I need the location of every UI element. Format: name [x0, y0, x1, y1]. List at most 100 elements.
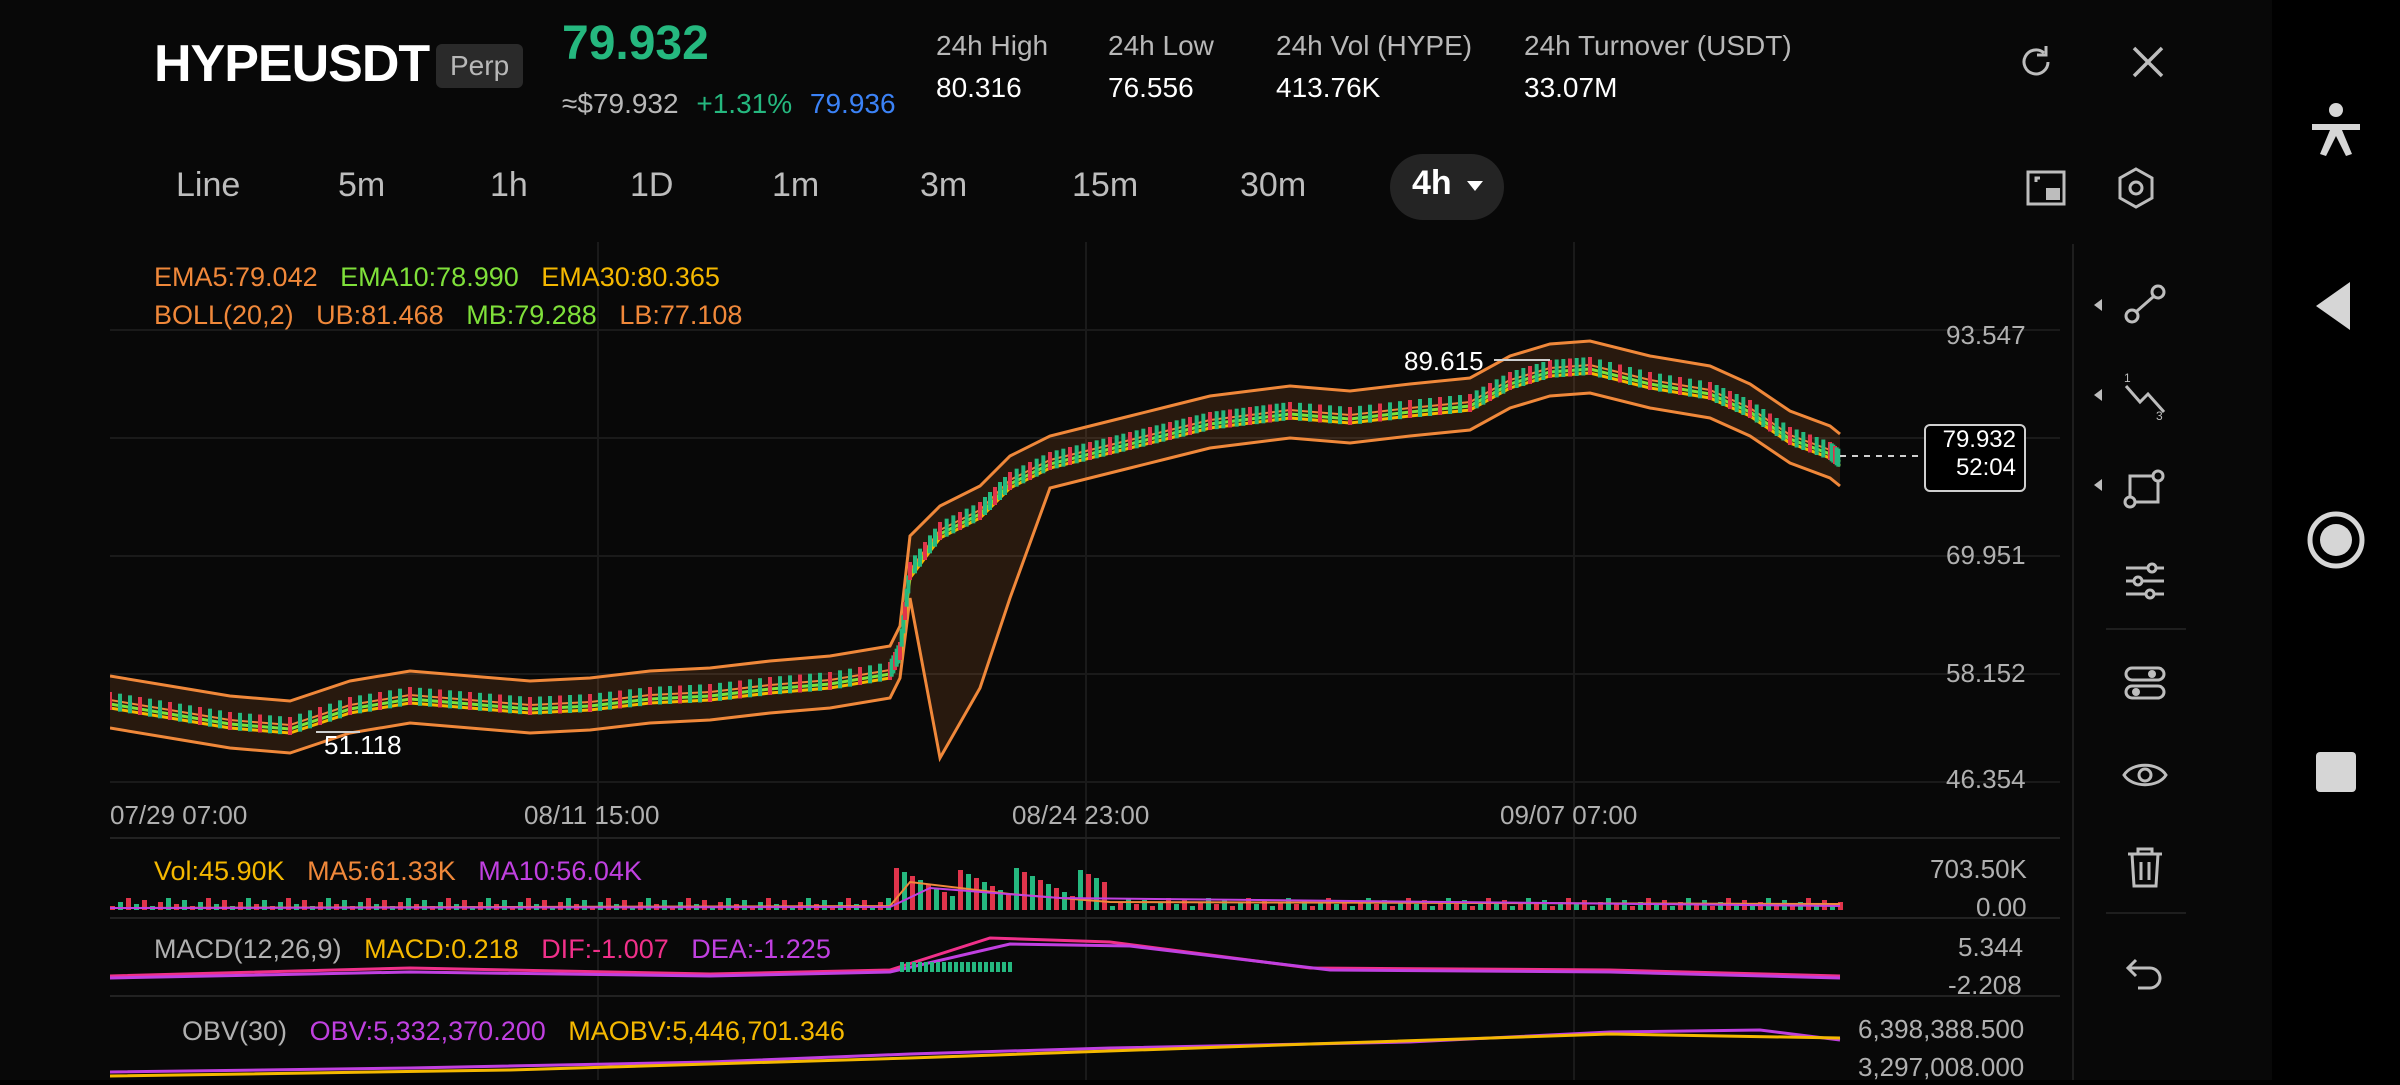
candle: [1521, 368, 1526, 386]
candle: [528, 697, 532, 715]
fib-icon[interactable]: 13: [2100, 366, 2190, 426]
candle: [928, 535, 932, 554]
visibility-eye-icon[interactable]: [2100, 744, 2190, 804]
price-axis-label: 58.152: [1946, 658, 2026, 688]
macd-bar: [978, 962, 982, 972]
candle: [1458, 395, 1462, 413]
candle: [1788, 427, 1792, 445]
vol-ma5-label: MA5:61.33K: [307, 856, 456, 886]
candle: [388, 690, 392, 709]
candle: [1061, 448, 1066, 467]
volume-bar: [1502, 900, 1507, 910]
volume-bar: [622, 900, 627, 910]
candle: [1568, 358, 1572, 377]
tab-line[interactable]: Line: [176, 166, 240, 205]
candle: [1748, 400, 1752, 418]
candle: [328, 703, 332, 722]
toolbar-divider: [2072, 244, 2074, 1080]
tab-15m[interactable]: 15m: [1072, 166, 1138, 205]
candle: [1234, 408, 1239, 427]
volume-bar: [1390, 906, 1395, 910]
tab-30m[interactable]: 30m: [1240, 166, 1306, 205]
candle: [808, 673, 812, 692]
shape-icon[interactable]: [2100, 458, 2190, 518]
volume-bar: [502, 900, 507, 910]
candle: [488, 693, 492, 712]
maobv-value-label: MAOBV:5,446,701.346: [568, 1016, 845, 1046]
candle: [188, 705, 192, 724]
candle: [548, 696, 552, 714]
candle: [408, 687, 412, 705]
volume-bar: [1446, 898, 1451, 910]
candle: [198, 707, 202, 725]
vol-axis-label: 703.50K: [1930, 854, 2027, 884]
obv-params-label: OBV(30): [182, 1016, 288, 1046]
tab-3m[interactable]: 3m: [920, 166, 967, 205]
candle: [1438, 397, 1442, 415]
macd-bar: [900, 962, 904, 972]
candle: [1288, 402, 1292, 420]
refresh-icon[interactable]: [2014, 40, 2058, 84]
candle: [958, 512, 962, 530]
tab-4h-label: 4h: [1412, 164, 1452, 202]
candle: [1201, 413, 1206, 432]
tab-1h[interactable]: 1h: [490, 166, 528, 205]
volume-bar: [1790, 906, 1795, 910]
candle: [218, 710, 222, 729]
volume-bar: [1534, 904, 1539, 910]
toolbar-separator: [2106, 628, 2186, 630]
volume-bar: [886, 898, 891, 910]
volume-bar: [742, 900, 747, 910]
settings-hexagon-icon[interactable]: [2112, 164, 2160, 212]
back-triangle-icon[interactable]: [2304, 274, 2368, 338]
volume-bar: [1614, 904, 1619, 910]
volume-bar: [582, 900, 587, 910]
volume-bar: [1062, 892, 1067, 910]
stat-vol-value: 413.76K: [1276, 72, 1381, 103]
expand-arrow-icon[interactable]: [2092, 298, 2104, 317]
macd-bar: [924, 962, 928, 972]
candle: [1588, 357, 1592, 375]
tab-4h[interactable]: 4h: [1390, 154, 1504, 220]
candle: [608, 691, 612, 710]
volume-bar: [1310, 906, 1315, 910]
tab-1d[interactable]: 1D: [630, 166, 673, 205]
trend-line-icon[interactable]: [2100, 274, 2190, 334]
volume-bar: [1454, 904, 1459, 910]
home-circle-icon[interactable]: [2304, 508, 2368, 572]
tab-1m[interactable]: 1m: [772, 166, 819, 205]
volume-bar: [1630, 906, 1635, 910]
recent-square-icon[interactable]: [2304, 740, 2368, 804]
volume-bar: [1750, 906, 1755, 910]
expand-arrow-icon[interactable]: [2092, 388, 2104, 407]
accessibility-icon[interactable]: [2304, 100, 2368, 164]
candle: [348, 697, 352, 715]
candle: [1761, 409, 1766, 427]
candle: [923, 542, 927, 560]
volume-bar: [1366, 898, 1371, 910]
volume-bar: [1254, 904, 1259, 910]
expand-arrow-icon[interactable]: [2092, 478, 2104, 497]
stat-high-value: 80.316: [936, 72, 1022, 103]
candle: [1048, 452, 1052, 470]
delete-trash-icon[interactable]: [2100, 836, 2190, 896]
candle: [168, 702, 172, 720]
fullscreen-icon[interactable]: [2022, 164, 2070, 212]
macd-bar: [1002, 962, 1006, 972]
usd-price: ≈$79.932: [562, 88, 679, 119]
volume-bar: [1134, 904, 1139, 910]
candle: [788, 675, 792, 694]
adjust-icon[interactable]: [2100, 550, 2190, 610]
candle: [983, 497, 987, 515]
close-icon[interactable]: [2126, 40, 2170, 84]
indicator-settings-icon[interactable]: [2100, 652, 2190, 712]
candle: [518, 696, 522, 715]
volume-bar: [1158, 902, 1163, 910]
undo-icon[interactable]: [2100, 940, 2190, 1000]
candle: [738, 680, 742, 699]
candle: [1014, 468, 1019, 487]
candle: [913, 555, 917, 574]
macd-bar: [912, 962, 916, 972]
tab-5m[interactable]: 5m: [338, 166, 385, 205]
candle: [1574, 358, 1579, 376]
